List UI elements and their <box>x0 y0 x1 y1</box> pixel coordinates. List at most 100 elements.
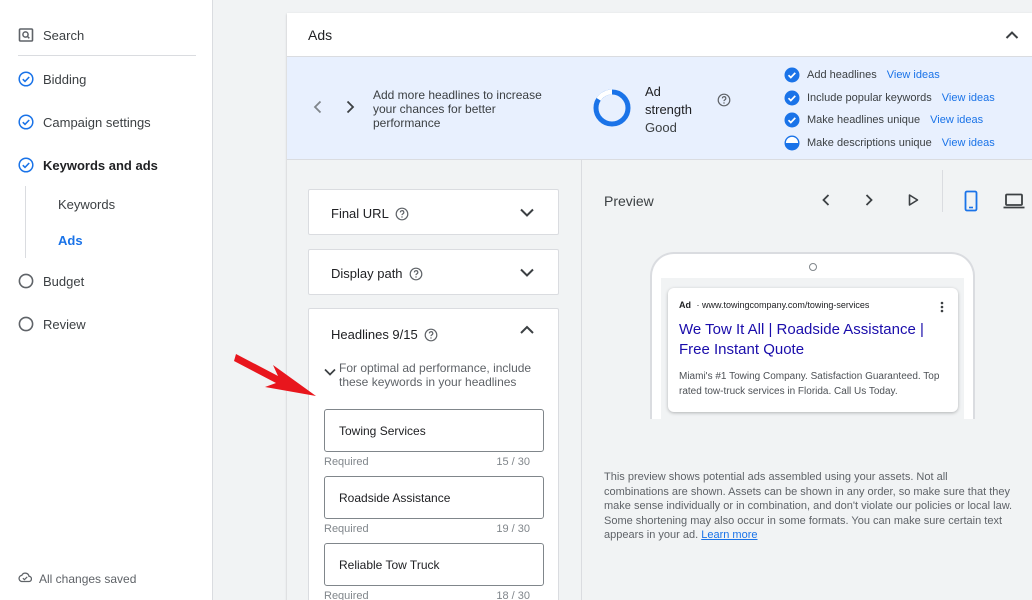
disclaimer-text: This preview shows potential ads assembl… <box>604 471 1013 541</box>
char-count: 15 / 30 <box>496 456 530 468</box>
save-status-text: All changes saved <box>39 571 137 586</box>
phone-screen: Ad · www.towingcompany.com/towing-servic… <box>661 278 964 419</box>
headline-meta: Required 15 / 30 <box>324 456 530 468</box>
checklist-label: Add headlines <box>807 69 877 81</box>
check-circle-icon <box>18 114 34 130</box>
play-icon[interactable] <box>905 192 921 213</box>
cloud-check-icon <box>18 571 33 586</box>
sidebar-item-budget[interactable]: Budget <box>18 273 84 289</box>
view-ideas-link[interactable]: View ideas <box>887 69 940 81</box>
phone-frame: Ad · www.towingcompany.com/towing-servic… <box>650 252 975 419</box>
preview-disclaimer: This preview shows potential ads assembl… <box>604 470 1014 543</box>
sidebar-item-label: Bidding <box>43 71 87 87</box>
headline-input[interactable]: Reliable Tow Truck <box>324 543 544 586</box>
red-arrow-annotation-icon <box>232 340 322 407</box>
chevron-left-icon[interactable] <box>311 99 325 120</box>
headline-meta: Required 19 / 30 <box>324 523 530 535</box>
checklist-label: Make descriptions unique <box>807 137 932 149</box>
chevron-right-icon[interactable] <box>861 192 877 213</box>
view-ideas-link[interactable]: View ideas <box>942 92 995 104</box>
help-icon[interactable] <box>424 328 438 342</box>
display-path-label: Display path <box>331 266 403 281</box>
phone-camera <box>809 263 817 271</box>
card-header: Ads <box>287 13 1032 57</box>
check-filled-icon <box>784 90 800 106</box>
ad-description: Miami's #1 Towing Company. Satisfaction … <box>679 371 940 397</box>
preview-column: Preview Ad · www.towingcompany.com/towin… <box>581 160 1032 600</box>
preview-toolbar-divider <box>942 170 943 212</box>
ad-preview-card: Ad · www.towingcompany.com/towing-servic… <box>668 288 958 412</box>
chevron-up-icon[interactable] <box>518 321 536 344</box>
check-circle-icon <box>18 71 34 87</box>
checklist-item: Include popular keywords View ideas <box>784 90 995 106</box>
card-title: Ads <box>308 27 333 43</box>
empty-circle-icon <box>18 316 34 332</box>
ad-strength-donut-icon <box>592 88 632 133</box>
help-icon[interactable] <box>395 207 409 221</box>
sub-nav-line <box>25 186 26 258</box>
headline-input[interactable]: Towing Services <box>324 409 544 452</box>
learn-more-link[interactable]: Learn more <box>701 529 757 541</box>
more-vert-icon[interactable] <box>940 300 944 318</box>
search-box-icon <box>18 27 34 43</box>
chevron-up-icon[interactable] <box>1002 25 1022 50</box>
required-label: Required <box>324 456 369 468</box>
chevron-left-icon[interactable] <box>818 192 834 213</box>
view-ideas-link[interactable]: View ideas <box>942 137 995 149</box>
ad-badge: Ad <box>679 300 691 310</box>
ad-url: www.towingcompany.com/towing-services <box>702 300 870 310</box>
headline-input[interactable]: Roadside Assistance <box>324 476 544 519</box>
final-url-title: Final URL <box>331 206 409 221</box>
sidebar-item-keywords-and-ads[interactable]: Keywords and ads <box>18 157 158 173</box>
headlines-label: Headlines 9/15 <box>331 327 418 342</box>
sidebar-item-label: Review <box>43 316 86 332</box>
sidebar-item-label: Campaign settings <box>43 114 151 130</box>
display-path-panel[interactable]: Display path <box>308 249 559 295</box>
preview-title: Preview <box>604 193 654 209</box>
view-ideas-link[interactable]: View ideas <box>930 114 983 126</box>
checklist-label: Include popular keywords <box>807 92 932 104</box>
help-icon[interactable] <box>717 93 731 107</box>
ad-headline[interactable]: We Tow It All | Roadside Assistance | Fr… <box>679 320 951 360</box>
chevron-right-icon[interactable] <box>343 99 357 120</box>
final-url-panel[interactable]: Final URL <box>308 189 559 235</box>
checklist-label: Make headlines unique <box>807 114 921 126</box>
ad-editor-column: Final URL Display path Headlines 9/15 Fo… <box>287 160 581 600</box>
chevron-down-icon[interactable] <box>518 203 536 226</box>
sidebar-item-search[interactable]: Search <box>18 27 84 43</box>
desktop-device-icon[interactable] <box>1003 193 1025 214</box>
headline-meta: Required 18 / 30 <box>324 590 530 600</box>
mobile-device-icon[interactable] <box>963 190 979 217</box>
sidebar: Search Bidding Campaign settings Keyword… <box>0 0 213 600</box>
sidebar-item-label: Budget <box>43 273 85 289</box>
required-label: Required <box>324 590 369 600</box>
ad-strength-label: Ad strength <box>645 84 692 117</box>
checklist-item: Add headlines View ideas <box>784 67 940 83</box>
sidebar-item-review[interactable]: Review <box>18 316 86 332</box>
sidebar-item-label: Search <box>43 27 85 43</box>
required-label: Required <box>324 523 369 535</box>
sidebar-item-bidding[interactable]: Bidding <box>18 71 86 87</box>
ads-card: Ads Add more headlines to increase your … <box>287 13 1032 600</box>
check-filled-icon <box>784 67 800 83</box>
sidebar-item-campaign-settings[interactable]: Campaign settings <box>18 114 151 130</box>
char-count: 19 / 30 <box>496 523 530 535</box>
ad-strength-value: Good <box>645 120 677 135</box>
check-circle-icon <box>18 157 34 173</box>
half-circle-icon <box>784 135 800 151</box>
chevron-down-icon[interactable] <box>323 365 337 383</box>
keyword-hint: For optimal ad performance, include thes… <box>339 361 532 389</box>
sidebar-subitem-keywords[interactable]: Keywords <box>58 197 115 212</box>
chevron-down-icon[interactable] <box>518 263 536 286</box>
sidebar-subitem-ads[interactable]: Ads <box>58 233 83 248</box>
char-count: 18 / 30 <box>496 590 530 600</box>
ad-dot: · <box>696 300 700 310</box>
empty-circle-icon <box>18 273 34 289</box>
final-url-label: Final URL <box>331 206 389 221</box>
display-path-title: Display path <box>331 266 423 281</box>
help-icon[interactable] <box>409 267 423 281</box>
checklist-item: Make headlines unique View ideas <box>784 112 983 128</box>
checklist-item: Make descriptions unique View ideas <box>784 135 995 151</box>
sidebar-divider <box>18 55 196 56</box>
headlines-title: Headlines 9/15 <box>331 327 438 342</box>
